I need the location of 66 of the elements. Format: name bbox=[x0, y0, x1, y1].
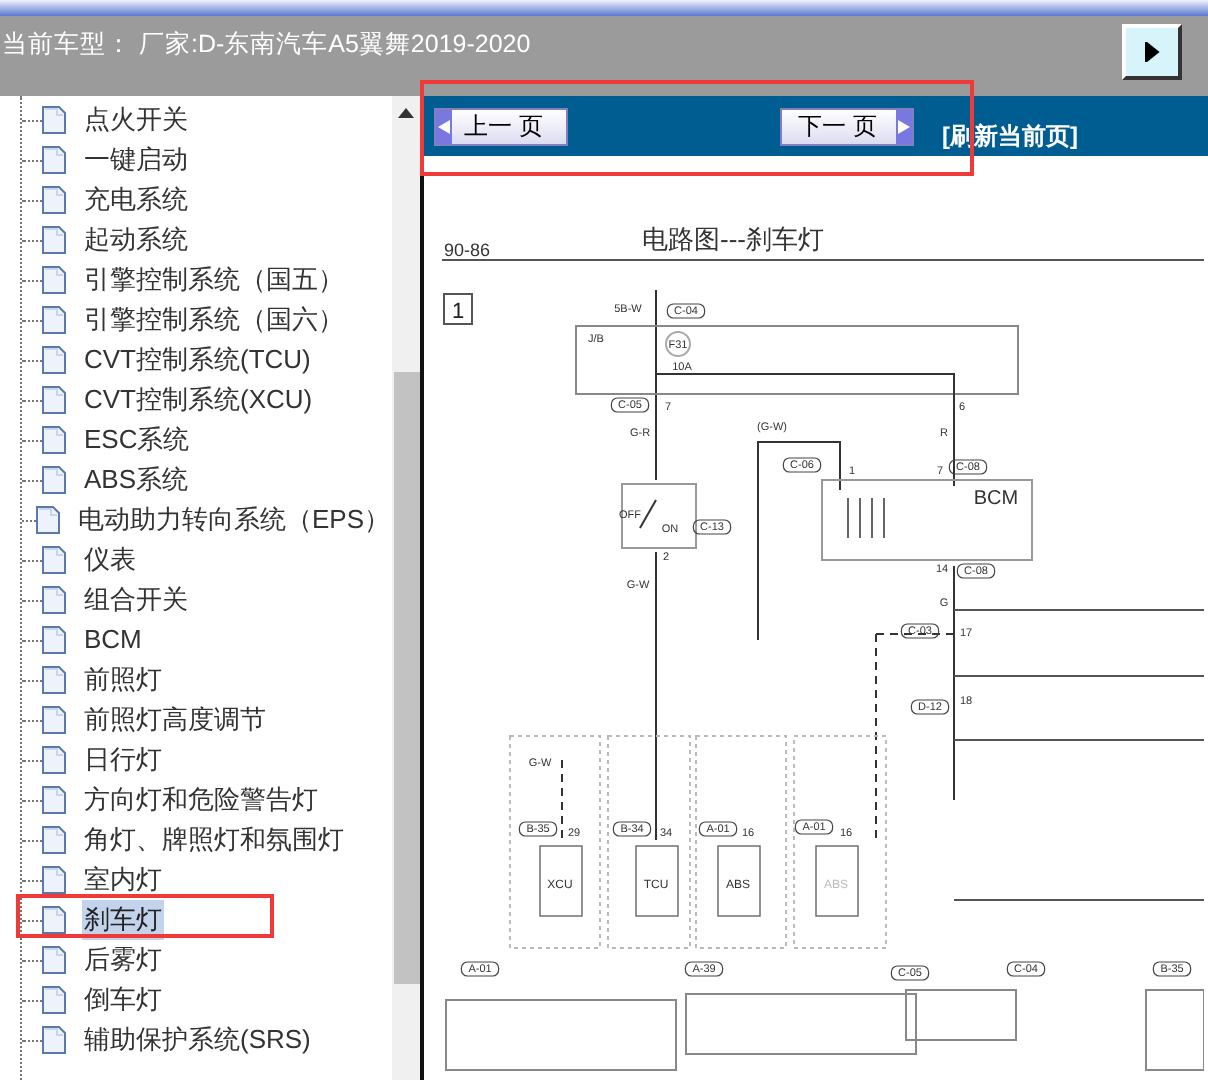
tree-item[interactable]: 方向灯和危险警告灯 bbox=[82, 780, 320, 820]
tree-item[interactable]: BCM bbox=[82, 620, 144, 660]
page-icon bbox=[42, 466, 66, 494]
tree-item[interactable]: 倒车灯 bbox=[82, 980, 164, 1020]
tree-item[interactable]: 室内灯 bbox=[82, 860, 164, 900]
page-icon bbox=[42, 586, 66, 614]
page-icon bbox=[42, 186, 66, 214]
page-icon bbox=[42, 226, 66, 254]
resistor-drawing bbox=[847, 497, 885, 539]
tree-item[interactable]: 一键启动 bbox=[82, 140, 190, 180]
previous-page-button[interactable]: 上一 页 bbox=[434, 107, 568, 145]
page-icon bbox=[42, 706, 66, 734]
panel-toggle-button[interactable] bbox=[1122, 24, 1182, 80]
scrollbar[interactable] bbox=[392, 96, 420, 1080]
tree-item[interactable]: ABS系统 bbox=[82, 460, 191, 500]
next-page-button[interactable]: 下一 页 bbox=[780, 107, 914, 145]
page-icon bbox=[42, 626, 66, 654]
tree-item[interactable]: 点火开关 bbox=[82, 100, 190, 140]
page-icon bbox=[35, 506, 60, 534]
module-label: BCM bbox=[973, 488, 1019, 510]
page-icon bbox=[42, 826, 66, 854]
page-icon bbox=[42, 266, 66, 294]
tree-item[interactable]: 日行灯 bbox=[82, 740, 164, 780]
arrow-right-icon bbox=[1144, 42, 1160, 62]
tree-item[interactable]: 起动系统 bbox=[82, 220, 190, 260]
page-icon bbox=[42, 666, 66, 694]
tree-item[interactable]: 引擎控制系统（国五） bbox=[82, 260, 346, 300]
tree-item[interactable]: 电动助力转向系统（EPS） bbox=[75, 500, 392, 540]
arrow-right-icon bbox=[896, 109, 912, 143]
page-icon bbox=[42, 906, 66, 934]
diagram-title: 电路图---刹车灯 bbox=[642, 224, 824, 254]
arrow-left-icon bbox=[436, 109, 452, 143]
tree-item[interactable]: 引擎控制系统（国六） bbox=[82, 300, 346, 340]
vehicle-title: 当前车型： 厂家:D-东南汽车A5翼舞2019-2020 bbox=[2, 28, 531, 62]
page-icon bbox=[42, 786, 66, 814]
tree-item[interactable]: 辅助保护系统(SRS) bbox=[82, 1020, 313, 1060]
tree-item[interactable]: CVT控制系统(TCU) bbox=[82, 340, 313, 380]
tree-item[interactable]: 刹车灯 bbox=[82, 900, 164, 940]
section-number: 1 bbox=[443, 293, 473, 325]
page-icon bbox=[42, 426, 66, 454]
tree-item[interactable]: ESC系统 bbox=[82, 420, 192, 460]
page-icon bbox=[42, 386, 66, 414]
tree-item[interactable]: 前照灯高度调节 bbox=[82, 700, 268, 740]
switch-drawing bbox=[621, 483, 697, 549]
page-icon bbox=[42, 146, 66, 174]
page-icon bbox=[42, 986, 66, 1014]
page-icon bbox=[42, 106, 66, 134]
tree-item[interactable]: 角灯、牌照灯和氛围灯 bbox=[82, 820, 346, 860]
tree-item[interactable]: 充电系统 bbox=[82, 180, 190, 220]
page-icon bbox=[42, 866, 66, 894]
page-icon bbox=[42, 746, 66, 774]
page-number: 90-86 bbox=[444, 240, 491, 260]
page-icon bbox=[42, 546, 66, 574]
page-icon bbox=[42, 346, 66, 374]
tree-item[interactable]: 仪表 bbox=[82, 540, 138, 580]
tree-item[interactable]: 组合开关 bbox=[82, 580, 190, 620]
page-icon bbox=[42, 1026, 66, 1054]
tree-item[interactable]: 前照灯 bbox=[82, 660, 164, 700]
tree-item[interactable]: CVT控制系统(XCU) bbox=[82, 380, 315, 420]
page-icon bbox=[42, 946, 66, 974]
fuse-symbol bbox=[665, 331, 691, 357]
page-icon bbox=[42, 306, 66, 334]
dashed-wire bbox=[561, 759, 563, 841]
scrollbar-thumb[interactable] bbox=[394, 372, 420, 984]
scroll-up-icon[interactable] bbox=[398, 108, 414, 118]
tree-item[interactable]: 后雾灯 bbox=[82, 940, 164, 980]
